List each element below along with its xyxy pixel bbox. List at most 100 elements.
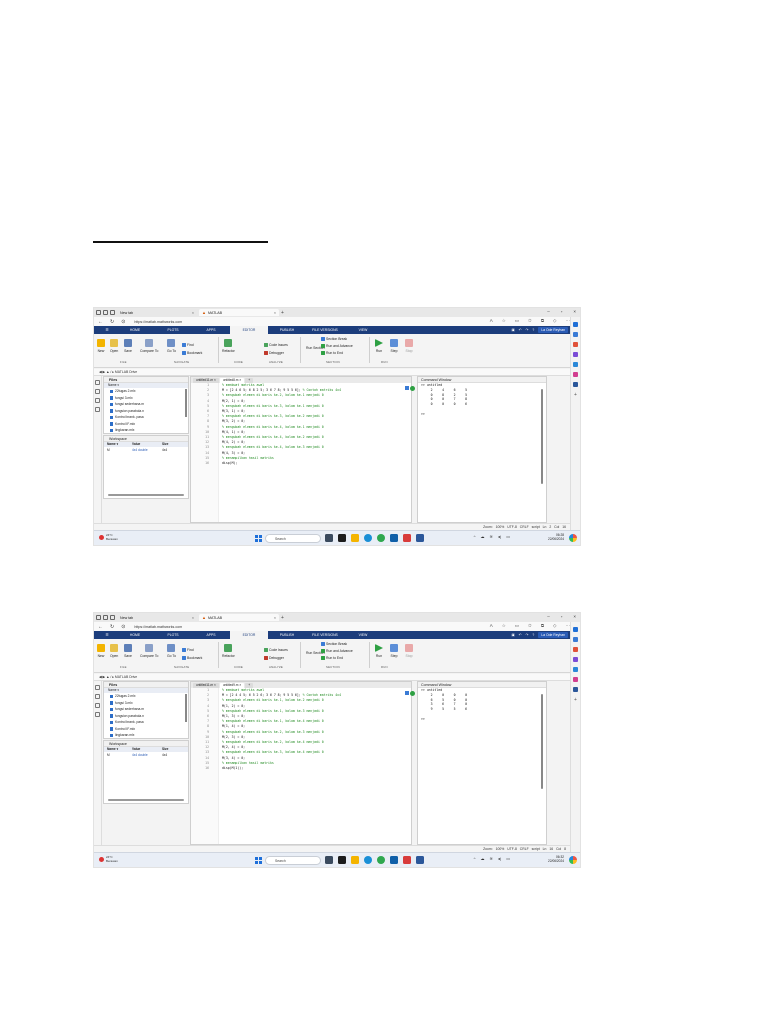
weather-widget[interactable]: 24°C Berawan — [99, 533, 118, 541]
taskbar-search[interactable]: Search — [265, 534, 321, 543]
refresh-icon[interactable]: ↻ — [110, 624, 114, 630]
code-issues-button[interactable]: Code Issues — [264, 343, 288, 347]
word-icon[interactable] — [573, 687, 578, 692]
tab-editor[interactable]: EDITOR — [230, 326, 268, 334]
edge-icon[interactable] — [364, 534, 372, 542]
tab-apps[interactable]: APPS — [192, 633, 230, 637]
refactor-button[interactable]: Refactor — [222, 644, 235, 658]
profile-icon[interactable] — [96, 615, 101, 620]
user-menu[interactable]: La Ode Reyhan — [538, 327, 568, 333]
compare-button[interactable]: Compare To — [140, 339, 158, 353]
workspaces-icon[interactable] — [103, 310, 108, 315]
files-panel-icon[interactable] — [95, 685, 100, 690]
copilot-icon[interactable] — [573, 322, 578, 327]
back-icon[interactable]: ← — [98, 319, 103, 325]
workspace-scrollbar[interactable] — [108, 799, 184, 801]
code-line[interactable]: 16 disp(M); — [191, 461, 411, 466]
browser-tab-new[interactable]: New tab × — [117, 614, 197, 621]
widgets-icon[interactable] — [325, 534, 333, 542]
step-button[interactable]: Step — [390, 644, 398, 658]
close-icon[interactable]: × — [274, 616, 276, 620]
stop-button[interactable]: Stop — [405, 644, 413, 658]
add-icon[interactable]: + — [573, 392, 578, 398]
word-icon[interactable] — [573, 382, 578, 387]
menu-icon[interactable]: ☰ — [98, 633, 116, 637]
save-icon[interactable]: ▣ — [511, 633, 514, 637]
redo-icon[interactable]: ↷ — [526, 633, 529, 637]
onedrive-icon[interactable]: ☁ — [481, 856, 485, 861]
store-icon[interactable] — [390, 534, 398, 542]
tray-chevron-icon[interactable]: ^ — [474, 856, 476, 861]
edge-icon[interactable] — [364, 856, 372, 864]
workspace-row[interactable]: M 4x4 double 4x4 — [104, 752, 188, 758]
find-button[interactable]: Find — [182, 648, 194, 652]
browser-tab-new[interactable]: New tab × — [117, 309, 197, 316]
files-scrollbar[interactable] — [185, 389, 187, 417]
shopping-icon[interactable] — [573, 332, 578, 337]
section-break-button[interactable]: Section Break — [321, 337, 347, 341]
close-icon[interactable]: × — [192, 311, 194, 315]
history-panel-icon[interactable] — [95, 398, 100, 403]
run-advance-button[interactable]: Run and Advance — [321, 649, 353, 653]
tab-actions-icon[interactable] — [110, 615, 115, 620]
goto-button[interactable]: Go To — [167, 644, 176, 658]
favorite-icon[interactable]: ☆ — [502, 623, 506, 629]
code-area[interactable]: 1% membuat matriks awal 2 M = [2 4 6 5; 6 … — [191, 383, 411, 522]
undo-icon[interactable]: ↶ — [519, 328, 522, 332]
command-scrollbar[interactable] — [540, 389, 543, 484]
add-icon[interactable]: + — [573, 697, 578, 703]
tools-icon[interactable] — [573, 647, 578, 652]
extensions-icon[interactable]: ◇ — [553, 318, 556, 324]
step-button[interactable]: Step — [390, 339, 398, 353]
run-button[interactable]: Run — [375, 339, 383, 353]
outlook-icon[interactable] — [573, 667, 578, 672]
read-aloud-icon[interactable]: A — [490, 318, 493, 324]
new-button[interactable]: New — [97, 339, 105, 353]
new-tab-button[interactable]: + — [281, 310, 284, 316]
collections-icon[interactable]: ⧉ — [541, 318, 544, 324]
open-button[interactable]: Open — [110, 339, 118, 353]
battery-icon[interactable]: ▭ — [506, 534, 510, 539]
workspace-row[interactable]: M 4x4 double 4x4 — [104, 447, 188, 453]
save-button[interactable]: Save — [124, 339, 132, 353]
run-button[interactable]: Run — [375, 644, 383, 658]
run-advance-button[interactable]: Run and Advance — [321, 344, 353, 348]
volume-icon[interactable]: ◂) — [498, 856, 501, 861]
windows-start-icon[interactable] — [255, 857, 262, 864]
tab-publish[interactable]: PUBLISH — [268, 328, 306, 332]
file-explorer-icon[interactable] — [351, 856, 359, 864]
goto-button[interactable]: Go To — [167, 339, 176, 353]
undo-icon[interactable]: ↶ — [519, 633, 522, 637]
tab-home[interactable]: HOME — [116, 328, 154, 332]
shopping-icon[interactable] — [573, 637, 578, 642]
designer-icon[interactable] — [573, 677, 578, 682]
close-icon[interactable]: × — [274, 311, 276, 315]
debugger-button[interactable]: Debugger — [264, 656, 284, 660]
bookmark-button[interactable]: Bookmark — [182, 351, 202, 355]
workspace-panel-icon[interactable] — [95, 389, 100, 394]
wifi-icon[interactable]: ≋ — [490, 534, 493, 539]
refactor-button[interactable]: Refactor — [222, 339, 235, 353]
browser-tab-matlab[interactable]: ▲ MATLAB × — [199, 309, 279, 316]
tab-plots[interactable]: PLOTS — [154, 328, 192, 332]
addons-panel-icon[interactable] — [95, 712, 100, 717]
maximize-icon[interactable]: ▫ — [561, 309, 563, 314]
onedrive-icon[interactable]: ☁ — [481, 534, 485, 539]
store-icon[interactable] — [390, 856, 398, 864]
taskbar-search[interactable]: Search — [265, 856, 321, 865]
new-button[interactable]: New — [97, 644, 105, 658]
command-window[interactable]: Command Window >> untitled 2 4 6 5 0 8 2… — [417, 376, 547, 523]
favorites-icon[interactable]: ✩ — [528, 623, 532, 629]
volume-icon[interactable]: ◂) — [498, 534, 501, 539]
profile-icon[interactable] — [96, 310, 101, 315]
help-icon[interactable]: ? — [532, 633, 534, 637]
addons-panel-icon[interactable] — [95, 407, 100, 412]
stop-button[interactable]: Stop — [405, 339, 413, 353]
widgets-icon[interactable] — [325, 856, 333, 864]
copilot-tray-icon[interactable] — [569, 534, 577, 542]
chrome-icon[interactable] — [377, 534, 385, 542]
path-bar[interactable]: ◀ ▶ ▲ / ▸ MATLAB Drive — [94, 674, 570, 681]
wifi-icon[interactable]: ≋ — [490, 856, 493, 861]
word-icon[interactable] — [416, 534, 424, 542]
split-icon[interactable]: ▭ — [515, 623, 519, 629]
